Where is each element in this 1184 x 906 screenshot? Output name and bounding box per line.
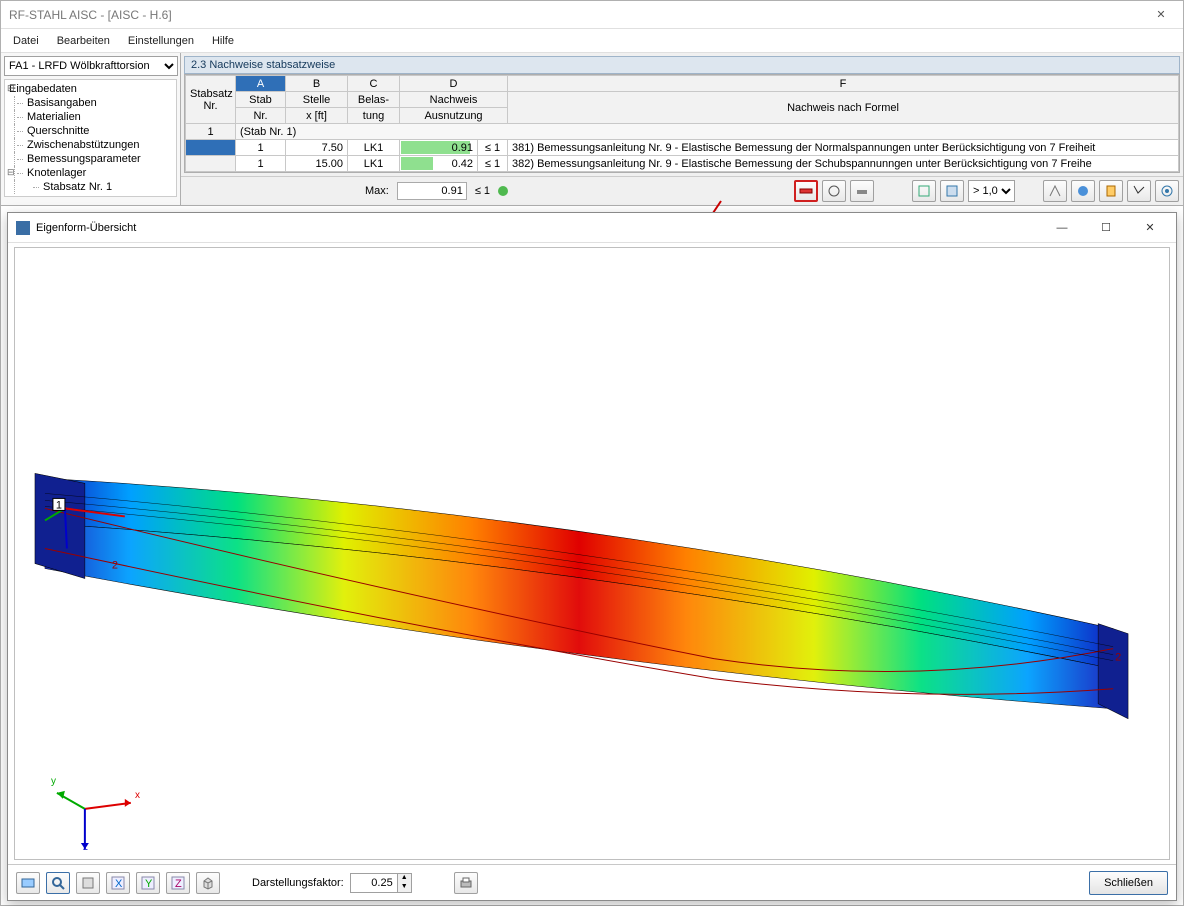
content-top: FA1 - LRFD Wölbkrafttorsion Eingabedaten… (1, 53, 1183, 206)
col-stabsatz-nr[interactable]: StabsatzNr. (186, 76, 236, 124)
dialog-icon (16, 221, 30, 235)
titlebar: RF-STAHL AISC - [AISC - H.6] ✕ (1, 1, 1183, 29)
col-ausnutzung[interactable]: Ausnutzung (400, 108, 508, 124)
col-stelle[interactable]: Stelle (286, 92, 348, 108)
nav-tree: Eingabedaten Basisangaben Materialien Qu… (4, 79, 177, 197)
tree-item-materialien[interactable]: Materialien (5, 110, 176, 124)
window-title: RF-STAHL AISC - [AISC - H.6] (9, 8, 172, 22)
svg-text:Y: Y (145, 878, 153, 890)
right-panel: 2.3 Nachweise stabsatzweise StabsatzNr. … (181, 53, 1183, 205)
nav-panel: FA1 - LRFD Wölbkrafttorsion Eingabedaten… (1, 53, 181, 205)
dialog-footer: X Y Z Darstellungsfaktor: ▲▼ Schließen (8, 864, 1176, 900)
max-value-input[interactable] (397, 182, 467, 200)
factor-spinner[interactable]: ▲▼ (350, 873, 412, 893)
mode-shape-button[interactable] (794, 180, 818, 202)
tree-item-zwischenabstuetzungen[interactable]: Zwischenabstützungen (5, 138, 176, 152)
tool-button-7[interactable] (1099, 180, 1123, 202)
view-y-button[interactable]: Y (136, 872, 160, 894)
maximize-icon[interactable]: ☐ (1084, 214, 1128, 242)
table-row[interactable]: 1 15.00 LK1 0.42 ≤ 1 382) Bemessungsanle… (186, 156, 1179, 172)
beam-render: 1 2 2 (15, 248, 1169, 859)
factor-label: Darstellungsfaktor: (252, 877, 344, 889)
svg-text:2: 2 (112, 560, 118, 572)
tool-button-6[interactable] (1071, 180, 1095, 202)
col-nachweis[interactable]: Nachweis (400, 92, 508, 108)
axis-z-label: z (83, 842, 88, 853)
factor-input[interactable] (351, 874, 397, 892)
printer-icon (459, 876, 473, 890)
tree-root[interactable]: Eingabedaten (5, 82, 176, 96)
viewport-3d[interactable]: 1 2 2 x y z (14, 247, 1170, 860)
svg-text:Z: Z (175, 878, 182, 890)
section-header: 2.3 Nachweise stabsatzweise (184, 56, 1180, 74)
tool-button-3[interactable] (912, 180, 936, 202)
tree-item-bemessungsparameter[interactable]: Bemessungsparameter (5, 152, 176, 166)
dialog-title: Eigenform-Übersicht (36, 222, 136, 234)
col-belas[interactable]: Belas- (348, 92, 400, 108)
axis-y-label: y (51, 776, 56, 787)
tool-button-9[interactable] (1155, 180, 1179, 202)
spin-up[interactable]: ▲ (397, 874, 411, 883)
menu-help[interactable]: Hilfe (204, 33, 242, 49)
close-icon[interactable]: ✕ (1128, 214, 1172, 242)
col-letter-c[interactable]: C (348, 76, 400, 92)
col-x[interactable]: x [ft] (286, 108, 348, 124)
spin-down[interactable]: ▼ (397, 883, 411, 892)
view-button-1[interactable] (16, 872, 40, 894)
close-button[interactable]: Schließen (1089, 871, 1168, 895)
load-case-select[interactable]: FA1 - LRFD Wölbkrafttorsion (4, 56, 178, 76)
svg-text:X: X (115, 878, 123, 890)
tree-item-basisangaben[interactable]: Basisangaben (5, 96, 176, 110)
status-ok-icon (498, 186, 508, 196)
tool-button-1[interactable] (822, 180, 846, 202)
view-z-button[interactable]: Z (166, 872, 190, 894)
grid: StabsatzNr. A B C D F Stab Stelle Belas-… (184, 74, 1180, 173)
axis-x-label: x (135, 790, 140, 801)
col-letter-b[interactable]: B (286, 76, 348, 92)
table-group-row[interactable]: 1 (Stab Nr. 1) (186, 124, 1179, 140)
col-nr2[interactable]: Nr. (236, 108, 286, 124)
col-formel[interactable]: Nachweis nach Formel (508, 92, 1179, 124)
menu-file[interactable]: Datei (5, 33, 47, 49)
menu-edit[interactable]: Bearbeiten (49, 33, 118, 49)
tree-item-querschnitte[interactable]: Querschnitte (5, 124, 176, 138)
tree-item-stabsatz1[interactable]: Stabsatz Nr. 1 (5, 180, 176, 194)
max-compare: ≤ 1 (471, 185, 494, 197)
table-row[interactable]: 1 7.50 LK1 0.91 ≤ 1 381) Bemessungsanlei… (186, 140, 1179, 156)
zoom-button[interactable] (46, 872, 70, 894)
dialog-titlebar: Eigenform-Übersicht — ☐ ✕ (8, 213, 1176, 243)
magnifier-icon (51, 876, 65, 890)
col-stab[interactable]: Stab (236, 92, 286, 108)
minimize-icon[interactable]: — (1040, 214, 1084, 242)
ratio-filter-select[interactable]: > 1,0 (968, 180, 1015, 202)
menu-settings[interactable]: Einstellungen (120, 33, 202, 49)
view-x-button[interactable]: X (106, 872, 130, 894)
tool-button-5[interactable] (1043, 180, 1067, 202)
col-letter-f[interactable]: F (508, 76, 1179, 92)
tree-item-knotenlager[interactable]: Knotenlager (5, 166, 176, 180)
view-iso-button[interactable] (196, 872, 220, 894)
view-button-2[interactable] (76, 872, 100, 894)
col-tung[interactable]: tung (348, 108, 400, 124)
svg-text:2: 2 (1115, 652, 1121, 664)
svg-text:1: 1 (56, 499, 62, 511)
col-letter-a[interactable]: A (236, 76, 286, 92)
tool-button-2[interactable] (850, 180, 874, 202)
max-label: Max: (365, 185, 389, 197)
col-letter-d[interactable]: D (400, 76, 508, 92)
tool-button-8[interactable] (1127, 180, 1151, 202)
tool-button-4[interactable] (940, 180, 964, 202)
close-icon[interactable]: ✕ (1139, 1, 1183, 29)
eigenform-dialog: Eigenform-Übersicht — ☐ ✕ (7, 212, 1177, 901)
beam-icon (799, 184, 813, 198)
print-button[interactable] (454, 872, 478, 894)
cube-icon (201, 876, 215, 890)
menubar: Datei Bearbeiten Einstellungen Hilfe (1, 29, 1183, 53)
